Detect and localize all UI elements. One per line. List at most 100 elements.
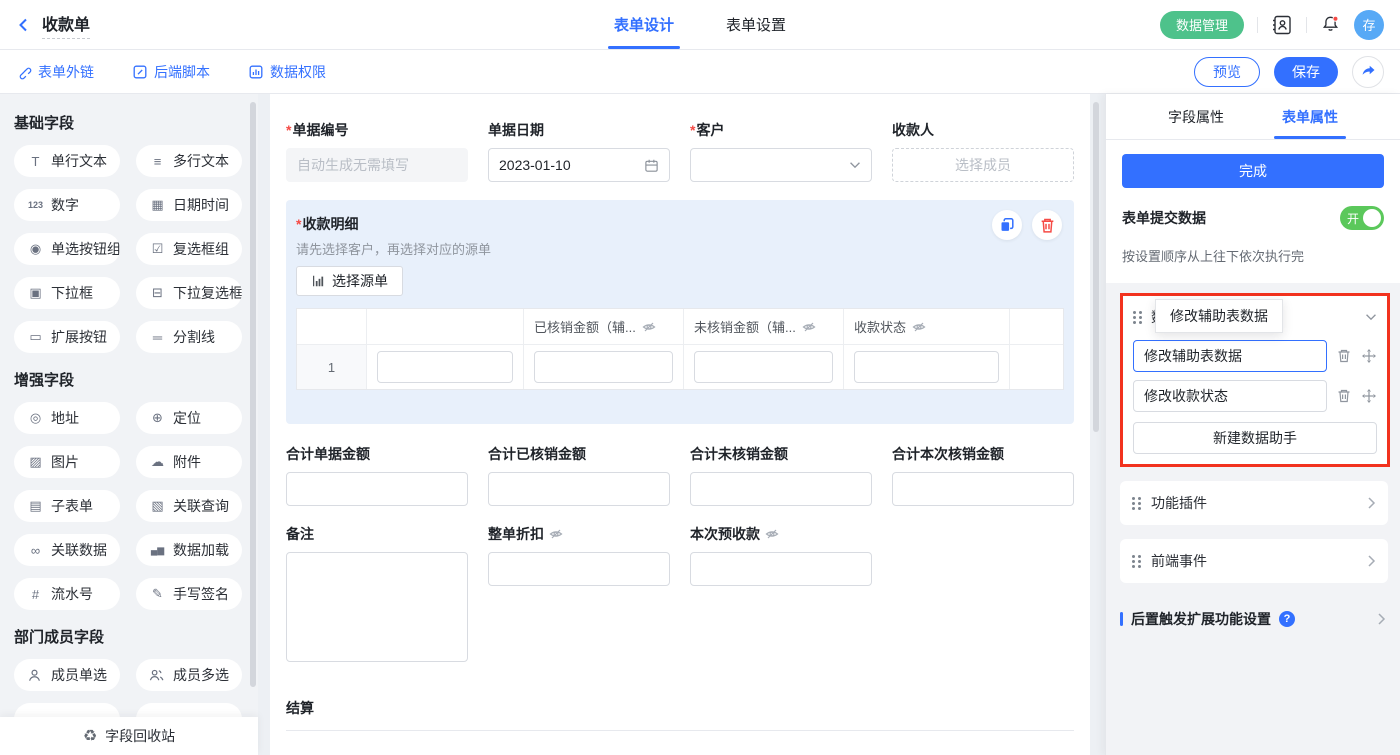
textarea-icon: ≡ <box>149 154 166 169</box>
total-settled-amount-input[interactable] <box>488 472 670 506</box>
remark-textarea[interactable] <box>286 552 468 662</box>
tab-form-design[interactable]: 表单设计 <box>614 0 674 49</box>
total-unsettled-amount-input[interactable] <box>690 472 872 506</box>
plugin-card[interactable]: 功能插件 <box>1120 481 1388 525</box>
frontend-event-card[interactable]: 前端事件 <box>1120 539 1388 583</box>
field-item-subform[interactable]: ▤子表单 <box>14 490 120 522</box>
field-item-multiselect[interactable]: ⊟下拉复选框 <box>136 277 242 309</box>
new-data-helper-button[interactable]: 新建数据助手 <box>1133 422 1377 454</box>
field-item-data-load[interactable]: ▄▆数据加载 <box>136 534 242 566</box>
field-advance-payment[interactable]: 本次预收款 <box>690 524 872 586</box>
tab-form-properties[interactable]: 表单属性 <box>1282 94 1338 139</box>
backend-script-link[interactable]: 后端脚本 <box>132 62 210 82</box>
field-customer[interactable]: 客户 <box>690 120 872 182</box>
field-total-doc-amount[interactable]: 合计单据金额 <box>286 444 468 506</box>
field-doc-no[interactable]: 单据编号 自动生成无需填写 <box>286 120 468 182</box>
cell-input[interactable] <box>377 351 513 383</box>
section-title-enhanced-fields: 增强字段 <box>14 369 242 390</box>
sidebar-scrollbar[interactable] <box>250 102 256 687</box>
section-marker <box>1120 612 1123 626</box>
field-item-datetime[interactable]: ▦日期时间 <box>136 189 242 221</box>
field-item-member-multi[interactable]: 成员多选 <box>136 659 242 691</box>
save-button[interactable]: 保存 <box>1274 57 1338 87</box>
tab-field-properties[interactable]: 字段属性 <box>1168 94 1224 139</box>
row-number: 1 <box>297 345 367 389</box>
helper-name-input[interactable]: 修改收款状态 <box>1133 380 1327 412</box>
field-item-select[interactable]: ▣下拉框 <box>14 277 120 309</box>
field-item-address[interactable]: ◎地址 <box>14 402 120 434</box>
col-header-blank <box>367 309 524 345</box>
field-item-multiline-text[interactable]: ≡多行文本 <box>136 145 242 177</box>
address-book-button[interactable] <box>1271 14 1293 36</box>
form-submit-data-toggle[interactable]: 开 <box>1340 206 1384 230</box>
delete-helper-button[interactable] <box>1336 348 1352 364</box>
help-icon[interactable]: ? <box>1279 611 1295 627</box>
field-doc-date[interactable]: 单据日期 2023-01-10 <box>488 120 670 182</box>
notifications-button[interactable] <box>1320 14 1341 35</box>
chevron-down-icon <box>1365 313 1377 321</box>
move-helper-button[interactable] <box>1361 388 1377 404</box>
field-settle-divider[interactable]: 结算 <box>286 698 1074 731</box>
drag-handle-icon[interactable] <box>1133 311 1142 324</box>
field-item-serial-number[interactable]: #流水号 <box>14 578 120 610</box>
field-order-discount[interactable]: 整单折扣 <box>488 524 670 586</box>
done-button[interactable]: 完成 <box>1122 154 1384 188</box>
share-button[interactable] <box>1352 56 1384 88</box>
receipt-detail-subform[interactable]: 收款明细 请先选择客户，再选择对应的源单 选择源单 已核销金额（辅... <box>286 200 1074 424</box>
delete-helper-button[interactable] <box>1336 388 1352 404</box>
advance-payment-input[interactable] <box>690 552 872 586</box>
field-total-settled-amount[interactable]: 合计已核销金额 <box>488 444 670 506</box>
data-manage-button[interactable]: 数据管理 <box>1160 11 1244 39</box>
field-item-relation-query[interactable]: ▧关联查询 <box>136 490 242 522</box>
script-icon <box>132 64 148 80</box>
doc-date-input[interactable]: 2023-01-10 <box>488 148 670 182</box>
total-current-settle-amount-input[interactable] <box>892 472 1074 506</box>
field-total-unsettled-amount[interactable]: 合计未核销金额 <box>690 444 872 506</box>
field-item-attachment[interactable]: ☁附件 <box>136 446 242 478</box>
back-button[interactable] <box>16 17 32 33</box>
share-arrow-icon <box>1360 63 1377 80</box>
helper-name-input[interactable]: 修改辅助表数据 <box>1133 340 1327 372</box>
post-trigger-settings[interactable]: 后置触发扩展功能设置 ? <box>1120 609 1388 629</box>
form-designer-app: 收款单 表单设计 表单设置 数据管理 存 <box>0 0 1400 755</box>
field-remark[interactable]: 备注 <box>286 524 468 662</box>
field-recycle-bin[interactable]: ♻ 字段回收站 <box>0 717 258 755</box>
cell-input[interactable] <box>854 351 999 383</box>
field-item-divider[interactable]: ═分割线 <box>136 321 242 353</box>
field-item-checkbox-group[interactable]: ☑复选框组 <box>136 233 242 265</box>
field-item-image[interactable]: ▨图片 <box>14 446 120 478</box>
move-helper-button[interactable] <box>1361 348 1377 364</box>
avatar[interactable]: 存 <box>1354 10 1384 40</box>
field-total-current-settle-amount[interactable]: 合计本次核销金额 <box>892 444 1074 506</box>
field-item-locate[interactable]: ⊕定位 <box>136 402 242 434</box>
customer-select[interactable] <box>690 148 872 182</box>
eye-off-icon <box>802 320 816 334</box>
field-item-single-text[interactable]: T单行文本 <box>14 145 120 177</box>
copy-field-button[interactable] <box>992 210 1022 240</box>
form-external-link[interactable]: 表单外链 <box>16 62 94 82</box>
field-item-relation-data[interactable]: ∞关联数据 <box>14 534 120 566</box>
field-item-radio-group[interactable]: ◉单选按钮组 <box>14 233 120 265</box>
data-permission-link[interactable]: 数据权限 <box>248 62 326 82</box>
button-icon: ▭ <box>27 329 44 345</box>
payee-member-picker[interactable]: 选择成员 <box>892 148 1074 182</box>
delete-field-button[interactable] <box>1032 210 1062 240</box>
field-item-member-single[interactable]: 成员单选 <box>14 659 120 691</box>
preview-button[interactable]: 预览 <box>1194 57 1260 87</box>
drag-handle-icon[interactable] <box>1132 497 1141 510</box>
cell-input[interactable] <box>534 351 673 383</box>
total-doc-amount-input[interactable] <box>286 472 468 506</box>
canvas-scrollbar[interactable] <box>1093 102 1099 432</box>
tab-form-settings[interactable]: 表单设置 <box>726 0 786 49</box>
field-item-number[interactable]: 123数字 <box>14 189 120 221</box>
field-payee[interactable]: 收款人 选择成员 <box>892 120 1074 182</box>
field-library-sidebar: 基础字段 T单行文本 ≡多行文本 123数字 ▦日期时间 ◉单选按钮组 ☑复选框… <box>0 94 258 755</box>
doc-no-input[interactable]: 自动生成无需填写 <box>286 148 468 182</box>
field-item-extend-button[interactable]: ▭扩展按钮 <box>14 321 120 353</box>
select-source-doc-button[interactable]: 选择源单 <box>296 266 403 296</box>
cell-input[interactable] <box>694 351 833 383</box>
topbar: 收款单 表单设计 表单设置 数据管理 存 <box>0 0 1400 50</box>
order-discount-input[interactable] <box>488 552 670 586</box>
field-item-signature[interactable]: ✎手写签名 <box>136 578 242 610</box>
drag-handle-icon[interactable] <box>1132 555 1141 568</box>
